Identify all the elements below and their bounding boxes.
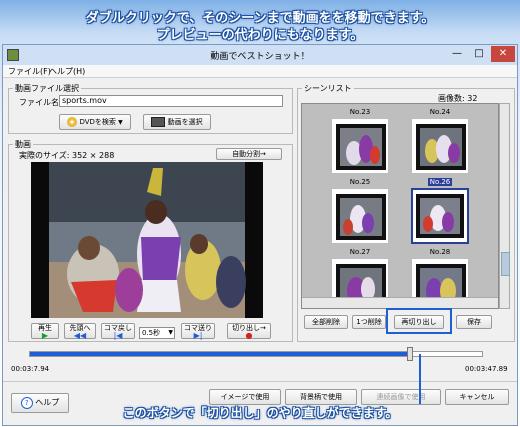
callout-connector [419,354,421,404]
caption-bottom: このボタンで「切り出し」のやり直しができます。 [122,406,398,420]
